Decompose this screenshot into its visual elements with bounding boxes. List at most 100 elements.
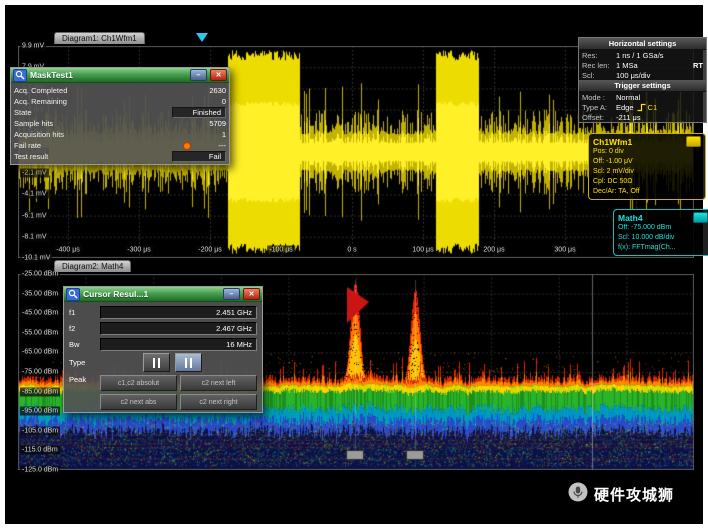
row-label: Rec len: (582, 60, 610, 70)
row-label: Bw (69, 339, 80, 349)
row-label: Peak (69, 375, 87, 384)
badge-title: Ch1Wfm1 (593, 136, 633, 147)
realtime-badge: RT (693, 60, 703, 70)
timebase-scale-row[interactable]: Scl: 100 μs/div (579, 70, 706, 80)
badge-row: Dec/Ar: TA, Off (593, 188, 640, 195)
cursor-f1-row: f1 2.451 GHz (67, 304, 259, 320)
peak-c2-next-left-button[interactable]: c2 next left (180, 375, 257, 391)
magnifier-icon[interactable] (13, 68, 27, 82)
cursor-f2-row: f2 2.467 GHz (67, 320, 259, 336)
state-value-box: Finished (172, 107, 226, 118)
row-value: Edge (616, 102, 634, 112)
row-label: f1 (69, 307, 76, 317)
row-label: f2 (69, 323, 76, 333)
oscilloscope-screen: Diagram1: Ch1Wfm1 9.9 mV7.9 mV5.9 mV3.9 … (0, 0, 708, 529)
row-label: Test result (14, 152, 49, 161)
mask-test-dialog: MaskTest1 – ✕ Acq. Completed 2630 Acq. R… (10, 67, 230, 165)
ch1wfm1-signal-badge[interactable]: Ch1Wfm1 Pos: 0 div Off: -1.00 μV Scl: 2 … (588, 133, 706, 200)
row-label: Acq. Completed (14, 86, 68, 95)
test-result-value-box: Fail (172, 151, 226, 162)
mask-row-test-result: Test result Fail (14, 151, 226, 162)
fail-status-dot-icon (182, 141, 191, 150)
mask-row-sample-hits: Sample hits 5709 (14, 118, 226, 129)
row-value: 2630 (209, 86, 226, 95)
cursor-peak-row: Peak c1,c2 absolut c2 next left c2 next … (67, 373, 259, 410)
badge-row: Off: -75.000 dBm (618, 224, 672, 231)
watermark-text: 硬件攻城狮 (594, 487, 675, 504)
row-label: Mode : (582, 92, 605, 102)
row-label: Type (69, 358, 86, 367)
cursor-dialog-titlebar[interactable]: Cursor Resul...1 – ✕ (64, 287, 262, 302)
cursor-type-button-2[interactable] (175, 353, 202, 372)
cursor-dialog-body: f1 2.451 GHz f2 2.467 GHz Bw 16 MHz Type… (64, 302, 262, 412)
badge-row: Pos: 0 div (593, 148, 624, 155)
row-label: Acquisition hits (14, 130, 65, 139)
row-label: Offset: (582, 112, 604, 122)
math-waveform-icon[interactable] (693, 212, 708, 223)
close-button[interactable]: ✕ (243, 288, 260, 300)
row-label: Scl: (582, 70, 595, 80)
row-value: -211 μs (616, 112, 641, 122)
row-value: --- (218, 141, 227, 150)
magnifier-icon[interactable] (66, 287, 80, 301)
cursor-bw-row: Bw 16 MHz (67, 336, 259, 352)
peak-c1c2-absolute-button[interactable]: c1,c2 absolut (100, 375, 177, 391)
row-label: Sample hits (14, 119, 54, 128)
record-length-row[interactable]: Rec len: 1 MSa RT (579, 60, 706, 70)
row-value: 1 ns / 1 GSa/s (616, 50, 664, 60)
mask-row-acq-completed: Acq. Completed 2630 (14, 85, 226, 96)
trigger-settings-title: Trigger settings (579, 80, 706, 92)
badge-row: Off: -1.00 μV (593, 158, 633, 165)
cursor-dialog-title: Cursor Resul...1 (83, 289, 149, 299)
badge-row: Cpl: DC 50Ω (593, 178, 633, 185)
math4-signal-badge[interactable]: Math4 Off: -75.000 dBm Scl: 10.000 dB/di… (613, 209, 708, 256)
row-label: Acq. Remaining (14, 97, 67, 106)
row-value: 1 MSa (616, 60, 638, 70)
peak-c2-next-abs-button[interactable]: c2 next abs (100, 394, 177, 410)
mask-row-fail-rate: Fail rate --- (14, 140, 226, 151)
mask-dialog-titlebar[interactable]: MaskTest1 – ✕ (11, 68, 229, 83)
row-value: Normal (616, 92, 641, 102)
tab-diagram2[interactable]: Diagram2: Math4 (54, 260, 132, 272)
badge-row: Scl: 2 mV/div (593, 168, 634, 175)
mask-dialog-title: MaskTest1 (30, 70, 73, 80)
row-value: 5709 (209, 119, 226, 128)
row-label: State (14, 108, 32, 117)
mask-row-acq-remaining: Acq. Remaining 0 (14, 96, 226, 107)
badge-row: f(x): FFTmag(Ch... (618, 244, 676, 251)
cursor-type-row: Type (67, 352, 259, 373)
mask-row-state: State Finished (14, 107, 226, 118)
row-value: 1 (221, 130, 226, 139)
row-value: 100 μs/div (616, 70, 651, 80)
f1-value-field[interactable]: 2.451 GHz (100, 305, 257, 319)
cursor-type-button-1[interactable] (143, 353, 170, 372)
cursor-results-dialog: Cursor Resul...1 – ✕ f1 2.451 GHz f2 2.4… (63, 286, 263, 413)
horizontal-settings-panel[interactable]: Horizontal settings Res: 1 ns / 1 GSa/s … (578, 37, 707, 123)
badge-row: Scl: 10.000 dB/div (618, 234, 675, 241)
row-label: Fail rate (14, 141, 42, 150)
badge-title: Math4 (618, 212, 643, 223)
trigger-type-row[interactable]: Type A: Edge C1 (579, 102, 706, 112)
tab-diagram1[interactable]: Diagram1: Ch1Wfm1 (54, 32, 145, 44)
f2-value-field[interactable]: 2.467 GHz (100, 321, 257, 335)
minimize-button[interactable]: – (223, 288, 240, 300)
row-label: Type A: (582, 102, 608, 112)
mask-dialog-body: Acq. Completed 2630 Acq. Remaining 0 Sta… (11, 83, 229, 164)
row-label: Res: (582, 50, 598, 60)
watermark: 硬件攻城狮 (568, 482, 674, 507)
trigger-position-marker[interactable] (196, 33, 208, 42)
channel-waveform-icon[interactable] (686, 136, 701, 147)
horizontal-settings-title: Horizontal settings (579, 38, 706, 50)
peak-buttons-grid: c1,c2 absolut c2 next left c2 next abs c… (100, 375, 257, 410)
resolution-row[interactable]: Res: 1 ns / 1 GSa/s (579, 50, 706, 60)
trigger-source-label: C1 (647, 102, 658, 112)
rising-edge-icon (637, 103, 646, 111)
close-button[interactable]: ✕ (210, 69, 227, 81)
peak-c2-next-right-button[interactable]: c2 next right (180, 394, 257, 410)
minimize-button[interactable]: – (190, 69, 207, 81)
trigger-mode-row[interactable]: Mode : Normal (579, 92, 706, 102)
trigger-offset-row[interactable]: Offset: -211 μs (579, 112, 706, 122)
microphone-icon (568, 482, 588, 507)
bw-value-field[interactable]: 16 MHz (100, 337, 257, 351)
mask-row-acquisition-hits: Acquisition hits 1 (14, 129, 226, 140)
